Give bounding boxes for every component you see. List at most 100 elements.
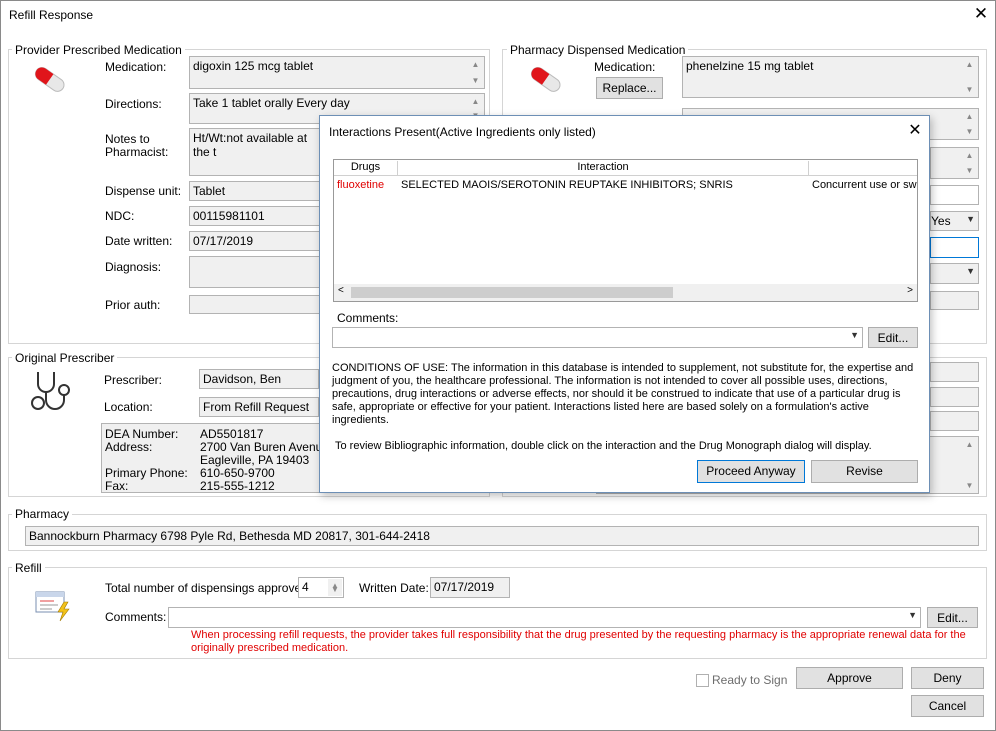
dispensed-yes-value: Yes (931, 214, 951, 228)
provider-dispense-unit-field: Tablet (189, 181, 329, 201)
dispensed-location-field (930, 387, 979, 407)
refill-written-date-field: 07/17/2019 (430, 577, 510, 598)
row-interaction: SELECTED MAOIS/SEROTONIN REUPTAKE INHIBI… (401, 179, 733, 191)
dispensed-prior-auth-field (930, 291, 979, 310)
provider-ndc-field: 00115981101 (189, 206, 329, 226)
provider-diagnosis-label: Diagnosis: (105, 260, 162, 274)
address-line2: Eagleville, PA 19403 (200, 453, 310, 467)
deny-button[interactable]: Deny (911, 667, 984, 689)
provider-prior-auth-label: Prior auth: (105, 298, 161, 312)
dialog-comments-combo[interactable]: ▼ (332, 327, 863, 348)
dispensed-prescriber-field (930, 362, 979, 382)
provider-date-written-field: 07/17/2019 (189, 231, 329, 251)
dispensed-medication-label: Medication: (594, 60, 656, 74)
dispensed-notes-field: ▲ ▼ (930, 147, 979, 179)
stepper-arrows-icon[interactable]: ▲ ▼ (328, 579, 342, 596)
provider-directions-value: Take 1 tablet orally Every day (193, 96, 350, 110)
table-row[interactable]: fluoxetine SELECTED MAOIS/SEROTONIN REUP… (334, 179, 918, 194)
revise-button[interactable]: Revise (811, 460, 918, 483)
dispensed-date-field[interactable] (930, 237, 979, 258)
pharmacy-field: Bannockburn Pharmacy 6798 Pyle Rd, Bethe… (25, 526, 979, 546)
provider-prior-auth-field (189, 295, 329, 314)
conditions-of-use-text: CONDITIONS OF USE: The information in th… (332, 362, 914, 426)
pharmacy-dispensed-legend: Pharmacy Dispensed Medication (507, 43, 689, 57)
refill-warning: When processing refill requests, the pro… (191, 629, 966, 654)
column-extra[interactable] (809, 161, 917, 175)
dispensed-medication-value: phenelzine 15 mg tablet (686, 59, 814, 73)
dispensed-select-field[interactable]: ▼ (930, 263, 979, 284)
refill-comments-label: Comments: (105, 610, 167, 624)
refill-total-label: Total number of dispensings approved: (105, 581, 312, 595)
dialog-comments-label: Comments: (337, 311, 399, 325)
prescriber-legend: Original Prescriber (12, 351, 118, 365)
dispensed-details-scrollbar[interactable]: ▲ ▼ (962, 438, 977, 492)
refill-written-date-label: Written Date: (359, 581, 429, 595)
phone-value: 610-650-9700 (200, 466, 275, 480)
provider-medication-field: digoxin 125 mcg tablet ▲ ▼ (189, 56, 485, 89)
interactions-grid: Drugs Interaction fluoxetine SELECTED MA… (333, 159, 918, 302)
provider-medication-scrollbar[interactable]: ▲ ▼ (468, 58, 483, 87)
bibliographic-info-text: To review Bibliographic information, dou… (335, 440, 872, 452)
provider-legend: Provider Prescribed Medication (12, 43, 185, 57)
chevron-down-icon: ▼ (850, 330, 859, 340)
proceed-anyway-button[interactable]: Proceed Anyway (697, 460, 805, 483)
refill-comments-combo[interactable]: ▼ (168, 607, 921, 628)
stethoscope-icon (31, 372, 70, 410)
dispensed-medication-field: phenelzine 15 mg tablet ▲ ▼ (682, 56, 979, 98)
provider-medication-label: Medication: (105, 60, 167, 74)
dispensed-directions-scrollbar[interactable]: ▲ ▼ (962, 110, 977, 138)
provider-notes-label: Notes to Pharmacist: (105, 132, 169, 159)
provider-ndc-label: NDC: (105, 209, 135, 223)
refill-total-value: 4 (302, 580, 309, 594)
close-icon[interactable]: ✕ (904, 120, 926, 142)
provider-notes-field: Ht/Wt:not available at the t (189, 128, 329, 176)
dispensed-pill-icon (530, 66, 561, 92)
dea-label: DEA Number: (105, 427, 179, 441)
interactions-dialog: Interactions Present(Active Ingredients … (319, 115, 930, 493)
scroll-right-icon[interactable]: > (907, 285, 913, 296)
location-field: From Refill Request (199, 397, 319, 417)
chevron-down-icon: ▼ (908, 610, 917, 620)
row-extra: Concurrent use or swi (812, 179, 918, 191)
refill-edit-button[interactable]: Edit... (927, 607, 978, 628)
dispensed-medication-scrollbar[interactable]: ▲ ▼ (962, 58, 977, 96)
provider-medication-value: digoxin 125 mcg tablet (193, 59, 314, 73)
dispensed-unit-field[interactable] (930, 185, 979, 205)
refill-total-stepper[interactable]: 4 ▲ ▼ (298, 577, 344, 598)
dialog-edit-button[interactable]: Edit... (868, 327, 918, 348)
approve-button[interactable]: Approve (796, 667, 903, 689)
window-title: Refill Response (9, 8, 94, 22)
ready-to-sign-label: Ready to Sign (712, 673, 788, 687)
dispensed-yes-select[interactable]: Yes ▼ (930, 211, 979, 231)
prescriber-label: Prescriber: (104, 373, 163, 387)
ready-to-sign-checkbox[interactable] (696, 674, 709, 687)
fax-value: 215-555-1212 (200, 479, 275, 493)
address-line1: 2700 Van Buren Avenue (200, 440, 329, 454)
column-interaction[interactable]: Interaction (398, 161, 809, 175)
scroll-left-icon[interactable]: < (338, 285, 344, 296)
fax-label: Fax: (105, 479, 129, 493)
provider-diagnosis-field (189, 256, 329, 288)
address-label: Address: (105, 440, 153, 454)
location-label: Location: (104, 400, 153, 414)
dispensed-dea-field (930, 411, 979, 431)
provider-notes-value: Ht/Wt:not available at the t (193, 131, 308, 159)
medication-pill-icon (34, 66, 65, 92)
grid-horizontal-scrollbar[interactable]: < > (334, 284, 917, 301)
cancel-button[interactable]: Cancel (911, 695, 984, 717)
scrollbar-thumb[interactable] (351, 287, 673, 298)
chevron-down-icon: ▼ (966, 214, 975, 224)
pharmacy-legend: Pharmacy (12, 507, 73, 521)
dea-value: AD5501817 (200, 427, 264, 441)
provider-dispense-unit-label: Dispense unit: (105, 184, 182, 198)
row-drug: fluoxetine (337, 179, 385, 191)
provider-directions-label: Directions: (105, 97, 162, 111)
close-icon[interactable]: ✕ (970, 3, 992, 25)
chevron-down-icon: ▼ (966, 266, 975, 276)
refill-legend: Refill (12, 561, 45, 575)
dispensed-notes-scrollbar[interactable]: ▲ ▼ (962, 149, 977, 177)
replace-button[interactable]: Replace... (596, 77, 663, 99)
prescriber-field: Davidson, Ben (199, 369, 319, 389)
grid-header: Drugs Interaction (334, 160, 917, 176)
column-drugs[interactable]: Drugs (334, 161, 398, 175)
